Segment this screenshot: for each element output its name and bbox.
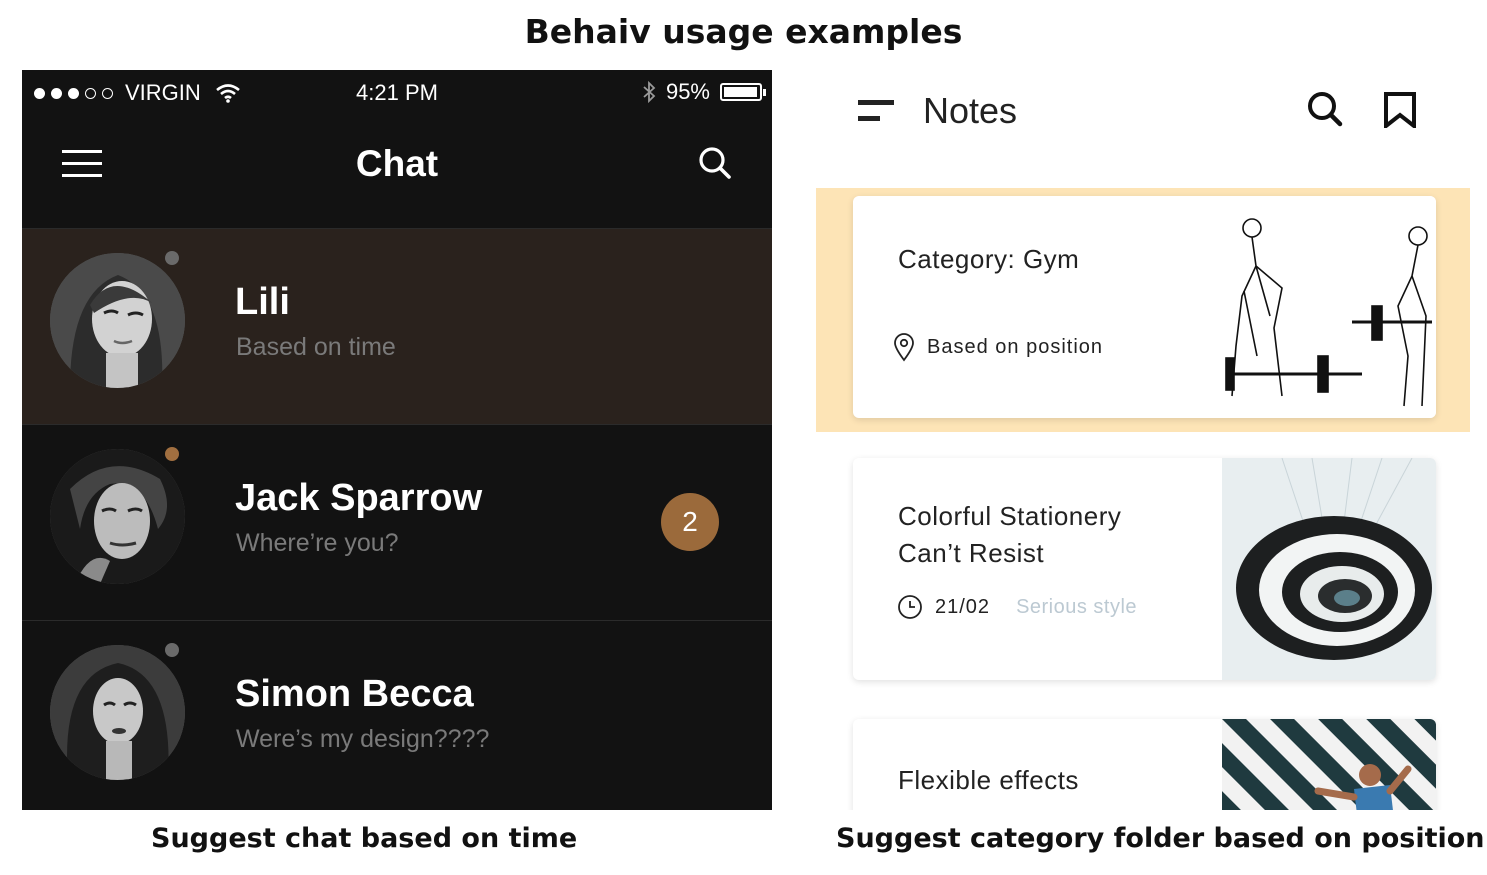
battery-percent: 95% xyxy=(665,79,710,104)
card-meta: 21/02 Serious style xyxy=(897,594,1137,620)
card-title-line: Colorful Stationery xyxy=(898,501,1122,531)
chat-list-item[interactable]: Simon Becca Were’s my design???? xyxy=(22,621,772,810)
presence-dot xyxy=(165,643,179,657)
chat-list-item[interactable]: Jack Sparrow Where’re you? 2 xyxy=(22,425,772,621)
caption-right: Suggest category folder based on positio… xyxy=(836,823,1485,854)
status-bar: VIRGIN 4:21 PM 95% xyxy=(22,70,772,116)
chat-contact-name: Lili xyxy=(235,281,290,323)
chat-contact-name: Jack Sparrow xyxy=(235,477,483,519)
chat-preview: Were’s my design???? xyxy=(236,725,490,753)
unread-count-badge: 2 xyxy=(661,493,719,551)
chat-contact-name: Simon Becca xyxy=(235,673,474,715)
note-card-stationery[interactable]: Colorful Stationery Can’t Resist 21/02 S… xyxy=(853,458,1436,680)
card-tag: Serious style xyxy=(1016,595,1138,618)
chat-preview: Where’re you? xyxy=(236,529,399,557)
caption-left: Suggest chat based on time xyxy=(151,823,578,854)
card-meta: Based on position xyxy=(893,332,1103,362)
card-meta-text: Based on position xyxy=(927,335,1104,358)
note-card-flexible[interactable]: Flexible effects xyxy=(853,719,1436,810)
location-pin-icon xyxy=(894,333,914,362)
avatar xyxy=(50,449,185,584)
bluetooth-icon xyxy=(643,80,656,104)
nav-bar: Chat xyxy=(22,116,772,229)
chat-app-screen: VIRGIN 4:21 PM 95% Chat Lili Based on ti… xyxy=(22,70,772,810)
presence-dot xyxy=(165,447,179,461)
spiral-staircase-image xyxy=(1222,458,1436,680)
battery-icon xyxy=(720,83,766,101)
avatar xyxy=(50,253,185,388)
bookmark-icon[interactable] xyxy=(1383,92,1417,128)
chat-list-item[interactable]: Lili Based on time xyxy=(22,229,772,425)
card-title: Flexible effects xyxy=(898,765,1079,795)
card-date: 21/02 xyxy=(935,595,991,618)
card-title-line: Can’t Resist xyxy=(898,538,1045,568)
screen-title: Notes xyxy=(923,90,1018,131)
note-card-gym[interactable]: Category: Gym Based on position xyxy=(853,196,1436,418)
menu-icon[interactable] xyxy=(858,100,894,122)
search-icon[interactable] xyxy=(698,146,732,180)
notes-app-screen: Notes Category: Gym Based on position Co… xyxy=(816,70,1470,810)
page-title: Behaiv usage examples xyxy=(524,12,963,51)
presence-dot xyxy=(165,251,179,265)
screen-title: Chat xyxy=(355,143,439,184)
avatar xyxy=(50,645,185,780)
clock-icon xyxy=(898,595,922,619)
striped-athlete-image xyxy=(1222,719,1436,810)
chat-preview: Based on time xyxy=(236,333,396,361)
gym-illustration xyxy=(1222,196,1436,418)
search-icon[interactable] xyxy=(1306,90,1344,128)
card-title: Category: Gym xyxy=(898,244,1080,274)
